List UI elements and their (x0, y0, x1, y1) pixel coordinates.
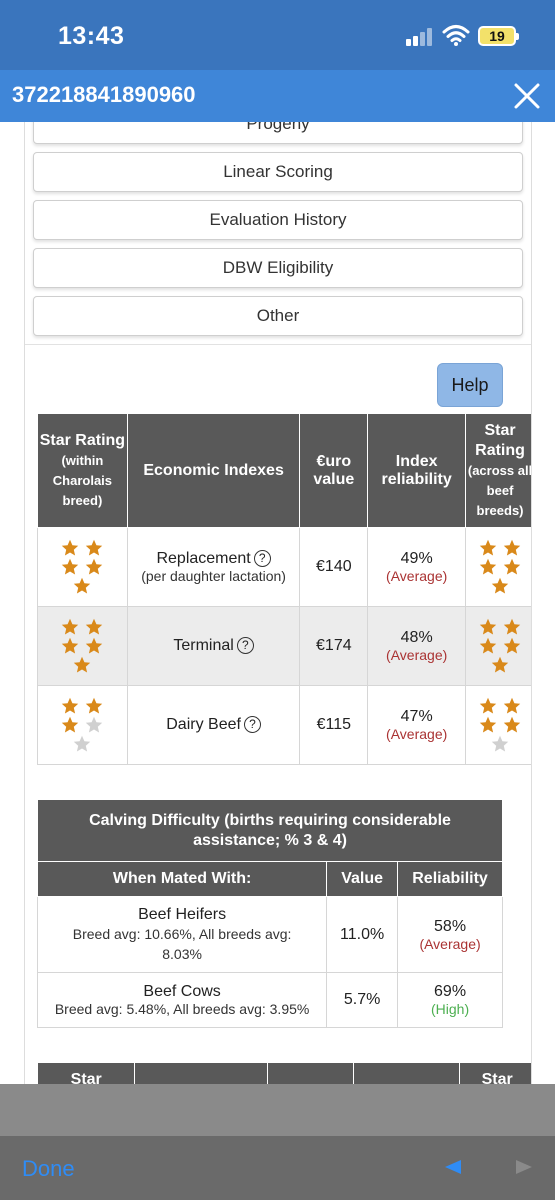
close-icon[interactable] (509, 78, 545, 114)
other-button[interactable]: Other (33, 296, 523, 336)
help-circle-icon[interactable]: ? (236, 637, 254, 654)
star-filled-icon (491, 577, 509, 594)
index-reliability: 48% (Average) (367, 606, 467, 686)
star-filled-icon (62, 716, 79, 733)
star-filled-icon (479, 716, 497, 733)
linear-scoring-button[interactable]: Linear Scoring (33, 152, 523, 192)
header-reliability: Reliability (397, 861, 503, 897)
progeny-button[interactable]: Progeny (33, 122, 523, 144)
help-circle-icon[interactable]: ? (253, 550, 271, 567)
help-button[interactable]: Help (437, 363, 503, 407)
star-filled-icon (86, 618, 103, 635)
bottom-toolbar: Done (0, 1136, 555, 1200)
header-euro-value: €uro value (299, 413, 369, 528)
star-rating-across (465, 685, 531, 765)
star-filled-icon (86, 697, 103, 714)
header-star-within: Star Rating (within Charolais breed) (37, 413, 128, 528)
table-row: Beef Cows Breed avg: 5.48%, All breeds a… (36, 972, 503, 1028)
divider (25, 344, 531, 345)
star-empty-icon (491, 735, 509, 752)
mated-with: Beef Heifers Breed avg: 10.66%, All bree… (36, 896, 328, 973)
index-name: Terminal? (126, 606, 301, 686)
wifi-icon (442, 25, 470, 46)
star-filled-icon (86, 558, 103, 575)
calving-value: 5.7% (326, 972, 399, 1028)
header-index-reliability: Index reliability (367, 413, 467, 528)
status-time: 13:43 (58, 22, 125, 50)
calving-reliability: 69% (High) (397, 972, 503, 1028)
economic-indexes-table: Star Rating (within Charolais breed) Eco… (37, 413, 531, 765)
calving-difficulty-table: Calving Difficulty (births requiring con… (36, 799, 503, 1028)
star-filled-icon (503, 637, 521, 654)
header-when-mated: When Mated With: (36, 861, 328, 897)
modal-header: 372218841890960 (0, 70, 555, 122)
keyboard-accessory-bar (0, 1084, 555, 1136)
euro-value: €174 (299, 606, 369, 686)
star-filled-icon (86, 637, 103, 654)
star-filled-icon (479, 539, 497, 556)
star-filled-icon (503, 697, 521, 714)
star-rating-across (465, 527, 531, 607)
star-filled-icon (491, 656, 509, 673)
cellular-signal-icon (406, 28, 434, 46)
star-filled-icon (503, 539, 521, 556)
evaluation-history-button[interactable]: Evaluation History (33, 200, 523, 240)
star-rating-within (37, 606, 128, 686)
star-filled-icon (479, 637, 497, 654)
star-filled-icon (62, 558, 79, 575)
help-circle-icon[interactable]: ? (243, 716, 261, 733)
star-filled-icon (62, 697, 79, 714)
table-row: Beef Heifers Breed avg: 10.66%, All bree… (36, 896, 503, 973)
previous-arrow-icon[interactable] (445, 1160, 461, 1174)
euro-value: €140 (299, 527, 369, 607)
header-value: Value (326, 861, 399, 897)
star-rating-across (465, 606, 531, 686)
calving-difficulty-title: Calving Difficulty (births requiring con… (37, 799, 503, 862)
battery-icon: 19 (478, 26, 519, 46)
star-filled-icon (503, 716, 521, 733)
status-bar: 13:43 19 (0, 0, 555, 70)
header-economic-indexes: Economic Indexes (126, 413, 301, 528)
star-filled-icon (503, 558, 521, 575)
star-filled-icon (503, 618, 521, 635)
index-name: Replacement? (per daughter lactation) (126, 527, 301, 607)
star-filled-icon (62, 637, 79, 654)
star-filled-icon (479, 697, 497, 714)
next-arrow-icon[interactable] (516, 1160, 532, 1174)
euro-value: €115 (299, 685, 369, 765)
star-filled-icon (86, 539, 103, 556)
index-reliability: 47% (Average) (367, 685, 467, 765)
star-rating-within (37, 527, 128, 607)
star-filled-icon (62, 539, 79, 556)
done-button[interactable]: Done (22, 1156, 75, 1182)
mated-with: Beef Cows Breed avg: 5.48%, All breeds a… (36, 972, 328, 1028)
calving-reliability: 58% (Average) (397, 896, 503, 973)
table-row: Replacement? (per daughter lactation) €1… (37, 527, 531, 607)
index-name: Dairy Beef? (126, 685, 301, 765)
star-filled-icon (479, 558, 497, 575)
star-filled-icon (74, 656, 91, 673)
animal-id-title: 372218841890960 (12, 82, 196, 107)
star-empty-icon (86, 716, 103, 733)
star-filled-icon (479, 618, 497, 635)
table-row: Dairy Beef? €115 47% (Average) (37, 685, 531, 765)
header-star-across: Star Rating (across all beef breeds) (465, 413, 531, 528)
index-reliability: 49% (Average) (367, 527, 467, 607)
dbw-eligibility-button[interactable]: DBW Eligibility (33, 248, 523, 288)
star-empty-icon (74, 735, 91, 752)
star-rating-within (37, 685, 128, 765)
star-filled-icon (74, 577, 91, 594)
calving-value: 11.0% (326, 896, 399, 973)
table-row: Terminal? €174 48% (Average) (37, 606, 531, 686)
content-panel: Progeny Linear Scoring Evaluation Histor… (24, 122, 532, 1092)
star-filled-icon (62, 618, 79, 635)
